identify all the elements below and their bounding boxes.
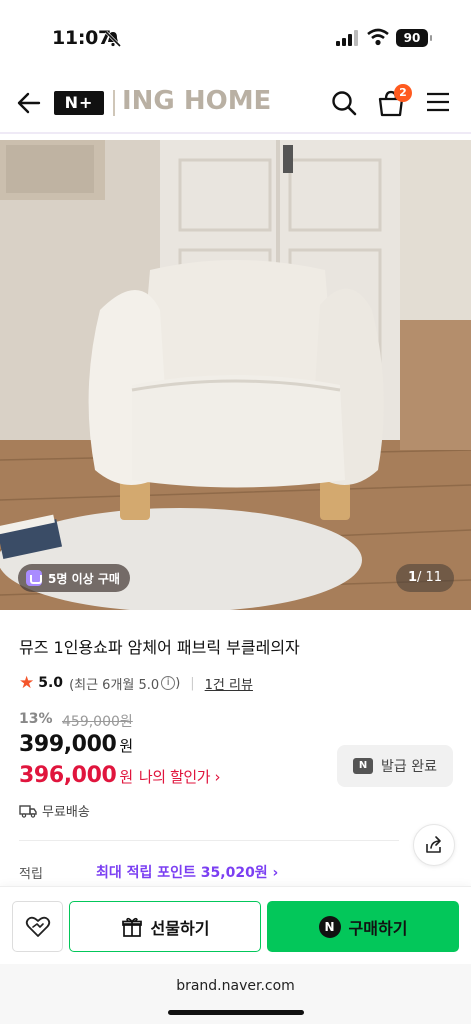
purchase-action-bar: 선물하기 N 구매하기 — [0, 886, 471, 964]
status-time: 11:07 — [52, 27, 111, 49]
buy-button[interactable]: N 구매하기 — [267, 901, 459, 952]
shipping-info: 무료배송 — [19, 801, 90, 820]
armchair-photo — [0, 140, 471, 610]
rating-score: 5.0 — [38, 675, 64, 691]
signal-icon — [336, 30, 358, 46]
wifi-icon — [367, 28, 389, 46]
pager-current: 1 — [407, 570, 417, 585]
star-icon: ★ — [19, 673, 35, 693]
wishlist-button[interactable] — [12, 901, 63, 952]
browser-url-bar[interactable]: brand.naver.com — [0, 964, 471, 1024]
store-name[interactable]: ING HOME — [122, 86, 271, 116]
my-price-value: 396,000 — [19, 763, 117, 788]
purchase-chip-label: 5명 이상 구매 — [48, 571, 120, 586]
share-button[interactable] — [413, 824, 455, 866]
coupon-issued-button[interactable]: N 발급 완료 — [337, 745, 453, 787]
brand-logo[interactable]: N+ — [54, 91, 104, 115]
home-indicator — [168, 1010, 304, 1015]
url-text[interactable]: brand.naver.com — [0, 978, 471, 994]
sale-price: 399,000 원 — [19, 732, 133, 757]
original-price: 459,000원 — [62, 714, 133, 730]
back-arrow-icon[interactable] — [14, 89, 42, 117]
my-price-label[interactable]: 나의 할인가 › — [139, 768, 221, 786]
section-divider — [19, 840, 399, 841]
rating-period: (최근 6개월 5.0 — [69, 677, 160, 693]
shipping-label: 무료배송 — [42, 805, 90, 820]
heart-icon — [25, 916, 50, 937]
logo-divider — [113, 90, 115, 116]
gift-button-label: 선물하기 — [150, 918, 210, 938]
gift-button[interactable]: 선물하기 — [69, 901, 261, 952]
points-label: 적립 — [19, 867, 43, 882]
coupon-label: 발급 완료 — [381, 759, 437, 775]
points-value-link[interactable]: 최대 적립 포인트 35,020원 › — [96, 862, 278, 882]
npay-icon: N — [318, 915, 341, 938]
image-pager: 1/ 11 — [396, 564, 454, 592]
discount-rate: 13% — [19, 711, 53, 727]
info-icon[interactable]: i — [161, 676, 176, 690]
menu-icon[interactable] — [426, 91, 450, 113]
purchase-count-chip: 5명 이상 구매 — [18, 564, 130, 592]
my-price-unit: 원 — [119, 768, 133, 786]
rating-period-close: ) — [175, 675, 181, 691]
gift-icon — [121, 917, 142, 937]
status-bar: 11:07 90 — [0, 0, 471, 72]
rating-row: ★ 5.0 (최근 6개월 5.0 i ) | 1건 리뷰 — [19, 673, 253, 693]
truck-icon — [19, 804, 37, 818]
share-icon — [426, 836, 441, 853]
product-title: 뮤즈 1인용쇼파 암체어 패브릭 부클레의자 — [19, 638, 300, 657]
pager-total: / 11 — [416, 570, 443, 585]
battery-indicator: 90 — [396, 29, 432, 47]
product-image[interactable]: 5명 이상 구매 1/ 11 — [0, 140, 471, 610]
my-discount-price[interactable]: 396,000 원 나의 할인가 › — [19, 763, 221, 788]
sale-price-unit: 원 — [119, 737, 133, 755]
coupon-icon: N — [353, 758, 373, 774]
app-header: N+ ING HOME 2 — [0, 72, 471, 134]
cart-count-badge: 2 — [394, 84, 412, 102]
rating-divider: | — [190, 675, 195, 691]
buy-button-label: 구매하기 — [348, 918, 408, 938]
search-icon[interactable] — [330, 89, 358, 117]
sale-price-value: 399,000 — [19, 732, 117, 757]
bag-icon — [26, 570, 42, 586]
bell-muted-icon — [104, 30, 122, 48]
review-count-link[interactable]: 1건 리뷰 — [205, 674, 253, 693]
